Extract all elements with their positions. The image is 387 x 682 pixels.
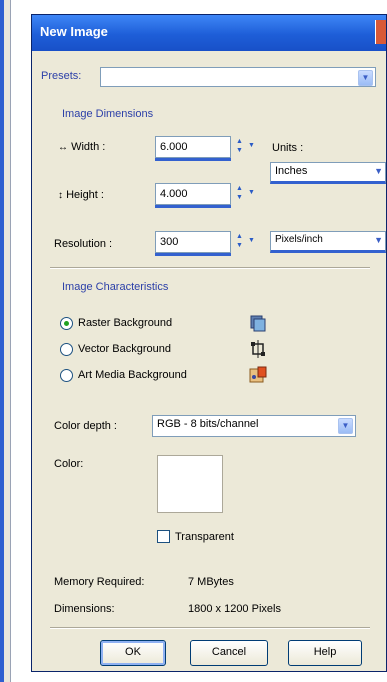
chevron-down-icon[interactable]: ▼ bbox=[358, 70, 373, 86]
vector-background-label: Vector Background bbox=[78, 343, 171, 355]
dimensions-value: 1800 x 1200 Pixels bbox=[188, 603, 281, 615]
width-label-text: Width : bbox=[71, 141, 106, 153]
memory-required-value: 7 MBytes bbox=[188, 576, 234, 588]
background-window-edge bbox=[0, 0, 11, 682]
spin-down-icon[interactable]: ▼ bbox=[236, 146, 243, 155]
vector-icon bbox=[251, 340, 265, 358]
resolution-spinner[interactable]: ▲ ▼ ▼ bbox=[235, 231, 259, 253]
height-input[interactable] bbox=[155, 183, 231, 205]
help-button[interactable]: Help bbox=[288, 640, 362, 666]
chevron-down-icon[interactable]: ▼ bbox=[374, 235, 383, 245]
spin-down-icon[interactable]: ▼ bbox=[236, 241, 243, 250]
cancel-button[interactable]: Cancel bbox=[190, 640, 268, 666]
memory-required-label: Memory Required: bbox=[54, 576, 145, 588]
art-media-icon bbox=[249, 366, 267, 383]
units-dropdown[interactable]: Inches ▼ bbox=[270, 162, 386, 184]
height-spinner[interactable]: ▲ ▼ ▼ bbox=[235, 183, 259, 205]
ok-button[interactable]: OK bbox=[100, 640, 166, 666]
height-label: ↕ Height : bbox=[58, 189, 104, 201]
width-spinner[interactable]: ▲ ▼ ▼ bbox=[235, 136, 259, 158]
presets-label: Presets: bbox=[41, 70, 82, 82]
new-image-dialog: New Image Presets: ▼ Image Dimensions ↔ … bbox=[31, 14, 387, 672]
resolution-focus-underline bbox=[155, 253, 231, 256]
art-media-background-radio[interactable] bbox=[60, 369, 73, 382]
chevron-down-icon[interactable]: ▼ bbox=[374, 166, 383, 176]
resolution-input[interactable] bbox=[155, 231, 231, 253]
spin-up-icon[interactable]: ▲ bbox=[236, 232, 243, 241]
resolution-unit-value: Pixels/inch bbox=[275, 234, 323, 245]
spin-up-icon[interactable]: ▲ bbox=[236, 184, 243, 193]
image-characteristics-heading: Image Characteristics bbox=[62, 281, 169, 293]
divider bbox=[50, 627, 370, 629]
height-label-text: Height : bbox=[66, 189, 104, 201]
title-bar[interactable]: New Image bbox=[32, 15, 386, 51]
resolution-unit-dropdown[interactable]: Pixels/inch ▼ bbox=[270, 231, 386, 253]
dialog-title: New Image bbox=[40, 24, 108, 39]
dimensions-label: Dimensions: bbox=[54, 603, 115, 615]
spin-up-icon[interactable]: ▲ bbox=[236, 137, 243, 146]
height-focus-underline bbox=[155, 205, 231, 208]
divider bbox=[50, 267, 370, 269]
spin-menu-icon[interactable]: ▼ bbox=[248, 188, 255, 197]
vector-background-radio[interactable] bbox=[60, 343, 73, 356]
height-arrows-icon: ↕ bbox=[58, 190, 63, 201]
units-value: Inches bbox=[275, 165, 308, 177]
color-depth-dropdown[interactable]: RGB - 8 bits/channel ▼ bbox=[152, 415, 356, 437]
art-media-background-label: Art Media Background bbox=[78, 369, 187, 381]
transparent-checkbox[interactable] bbox=[157, 530, 170, 543]
transparent-label: Transparent bbox=[175, 531, 234, 543]
color-label: Color: bbox=[54, 458, 84, 470]
chevron-down-icon[interactable]: ▼ bbox=[338, 418, 353, 434]
spin-down-icon[interactable]: ▼ bbox=[236, 193, 243, 202]
raster-background-radio[interactable] bbox=[60, 317, 73, 330]
color-swatch[interactable] bbox=[157, 455, 223, 513]
raster-background-label: Raster Background bbox=[78, 317, 173, 329]
presets-dropdown[interactable]: ▼ bbox=[100, 67, 376, 87]
spin-menu-icon[interactable]: ▼ bbox=[248, 236, 255, 245]
width-input[interactable] bbox=[155, 136, 231, 158]
width-label: ↔ Width : bbox=[58, 141, 105, 153]
close-button[interactable] bbox=[375, 20, 386, 44]
width-arrows-icon: ↔ bbox=[58, 142, 68, 153]
image-dimensions-heading: Image Dimensions bbox=[62, 108, 154, 120]
resolution-label: Resolution : bbox=[54, 238, 113, 250]
width-focus-underline bbox=[155, 158, 231, 161]
color-depth-value: RGB - 8 bits/channel bbox=[157, 418, 259, 430]
color-depth-label: Color depth : bbox=[54, 420, 117, 432]
spin-menu-icon[interactable]: ▼ bbox=[248, 141, 255, 150]
raster-icon bbox=[250, 315, 266, 332]
units-label: Units : bbox=[272, 142, 304, 154]
